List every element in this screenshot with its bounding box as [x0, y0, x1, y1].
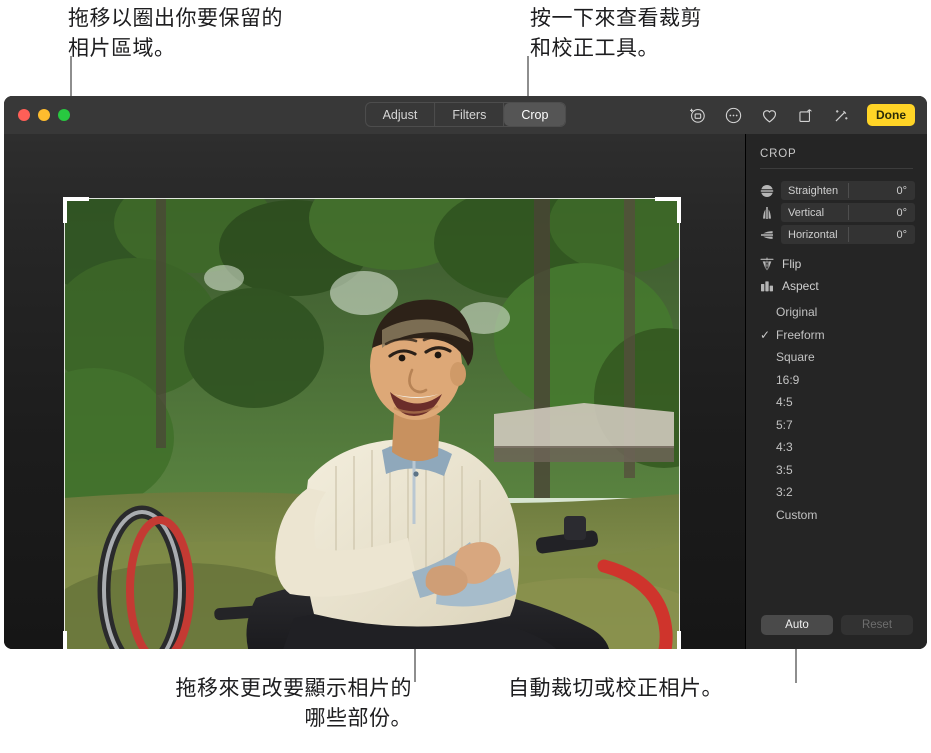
aspect-label-original: Original	[776, 305, 818, 320]
straighten-slider[interactable]: Straighten 0°	[781, 181, 915, 200]
aspect-option-original[interactable]: Original	[746, 301, 927, 324]
callout-auto-crop-straighten: 自動裁切或校正相片。	[508, 677, 723, 700]
sidebar-section-title: CROP	[760, 148, 797, 160]
vertical-label: Vertical	[788, 206, 825, 219]
aspect-option-5-7[interactable]: 5:7	[746, 414, 927, 437]
sidebar-divider	[760, 168, 913, 169]
aspect-option-3-5[interactable]: 3:5	[746, 459, 927, 482]
favorite-heart-icon[interactable]	[759, 105, 779, 125]
aspect-options-list: Original ✓ Freeform Square 16:9 4:5 5:7 …	[746, 301, 927, 526]
photos-editor-window: Adjust Filters Crop Done CROP Straighten…	[4, 96, 927, 649]
photo-illustration	[64, 198, 680, 649]
aspect-option-3-2[interactable]: 3:2	[746, 481, 927, 504]
screenshot-root: 拖移以圈出你要保留的 相片區域。 按一下來查看裁剪 和校正工具。 拖移來更改要顯…	[0, 0, 931, 753]
callout-leader-line-top-right	[527, 56, 529, 100]
crop-sidebar: CROP Straighten 0° Vertical 0° Horizonta…	[745, 134, 927, 649]
aspect-label-4-5: 4:5	[776, 395, 793, 410]
reset-button[interactable]: Reset	[841, 615, 913, 635]
crop-region[interactable]	[63, 197, 681, 649]
slider-row-vertical[interactable]: Vertical 0°	[758, 203, 915, 222]
aspect-option-16-9[interactable]: 16:9	[746, 369, 927, 392]
horizontal-value: 0°	[896, 228, 907, 241]
straighten-label: Straighten	[788, 184, 839, 197]
straighten-icon	[758, 182, 775, 199]
callout-click-for-crop-tools: 按一下來查看裁剪 和校正工具。	[530, 7, 702, 60]
retouch-icon[interactable]	[687, 105, 707, 125]
checkmark-icon: ✓	[759, 327, 771, 342]
tab-filters[interactable]: Filters	[435, 103, 505, 126]
horizontal-slider-divider	[848, 227, 849, 242]
photo-canvas	[4, 134, 745, 649]
aspect-option-custom[interactable]: Custom	[746, 504, 927, 527]
aspect-icon	[758, 278, 775, 295]
aspect-label-freeform: Freeform	[776, 327, 825, 342]
vertical-slider-divider	[848, 205, 849, 220]
photo-image[interactable]	[64, 198, 680, 649]
horizontal-icon	[758, 226, 775, 243]
aspect-option-square[interactable]: Square	[746, 346, 927, 369]
callout-leader-line-bottom-right	[795, 645, 797, 683]
more-options-icon[interactable]	[723, 105, 743, 125]
sidebar-action-buttons: Auto Reset	[746, 615, 927, 635]
traffic-light-buttons	[18, 109, 70, 121]
aspect-label-3-5: 3:5	[776, 462, 793, 477]
vertical-slider[interactable]: Vertical 0°	[781, 203, 915, 222]
straighten-value: 0°	[896, 184, 907, 197]
aspect-label-custom: Custom	[776, 507, 818, 522]
window-titlebar: Adjust Filters Crop Done	[4, 96, 927, 134]
tab-crop[interactable]: Crop	[504, 103, 566, 126]
aspect-label: Aspect	[782, 279, 819, 293]
tab-adjust[interactable]: Adjust	[366, 103, 436, 126]
horizontal-label: Horizontal	[788, 228, 838, 241]
vertical-icon	[758, 204, 775, 221]
close-window-button[interactable]	[18, 109, 30, 121]
flip-icon	[758, 256, 775, 273]
aspect-option-4-5[interactable]: 4:5	[746, 391, 927, 414]
slider-row-straighten[interactable]: Straighten 0°	[758, 181, 915, 200]
rotate-icon[interactable]	[795, 105, 815, 125]
flip-label: Flip	[782, 257, 802, 271]
callout-drag-to-reposition: 拖移來更改要顯示相片的 哪些部份。	[175, 677, 412, 730]
vertical-value: 0°	[896, 206, 907, 219]
done-button[interactable]: Done	[867, 104, 915, 126]
edit-mode-segmented-control[interactable]: Adjust Filters Crop	[364, 102, 567, 127]
aspect-label-3-2: 3:2	[776, 485, 793, 500]
tool-row-aspect[interactable]: Aspect	[758, 275, 915, 297]
straighten-slider-divider	[848, 183, 849, 198]
aspect-label-5-7: 5:7	[776, 417, 793, 432]
slider-row-horizontal[interactable]: Horizontal 0°	[758, 225, 915, 244]
aspect-label-16-9: 16:9	[776, 372, 800, 387]
aspect-option-freeform[interactable]: ✓ Freeform	[746, 324, 927, 347]
tool-row-flip[interactable]: Flip	[758, 253, 915, 275]
minimize-window-button[interactable]	[38, 109, 50, 121]
aspect-option-4-3[interactable]: 4:3	[746, 436, 927, 459]
horizontal-slider[interactable]: Horizontal 0°	[781, 225, 915, 244]
aspect-label-4-3: 4:3	[776, 440, 793, 455]
auto-enhance-icon[interactable]	[831, 105, 851, 125]
aspect-label-square: Square	[776, 350, 815, 365]
auto-button[interactable]: Auto	[761, 615, 833, 635]
callout-drag-to-crop: 拖移以圈出你要保留的 相片區域。	[68, 7, 283, 60]
window-toolbar-right: Done	[687, 96, 915, 134]
zoom-window-button[interactable]	[58, 109, 70, 121]
